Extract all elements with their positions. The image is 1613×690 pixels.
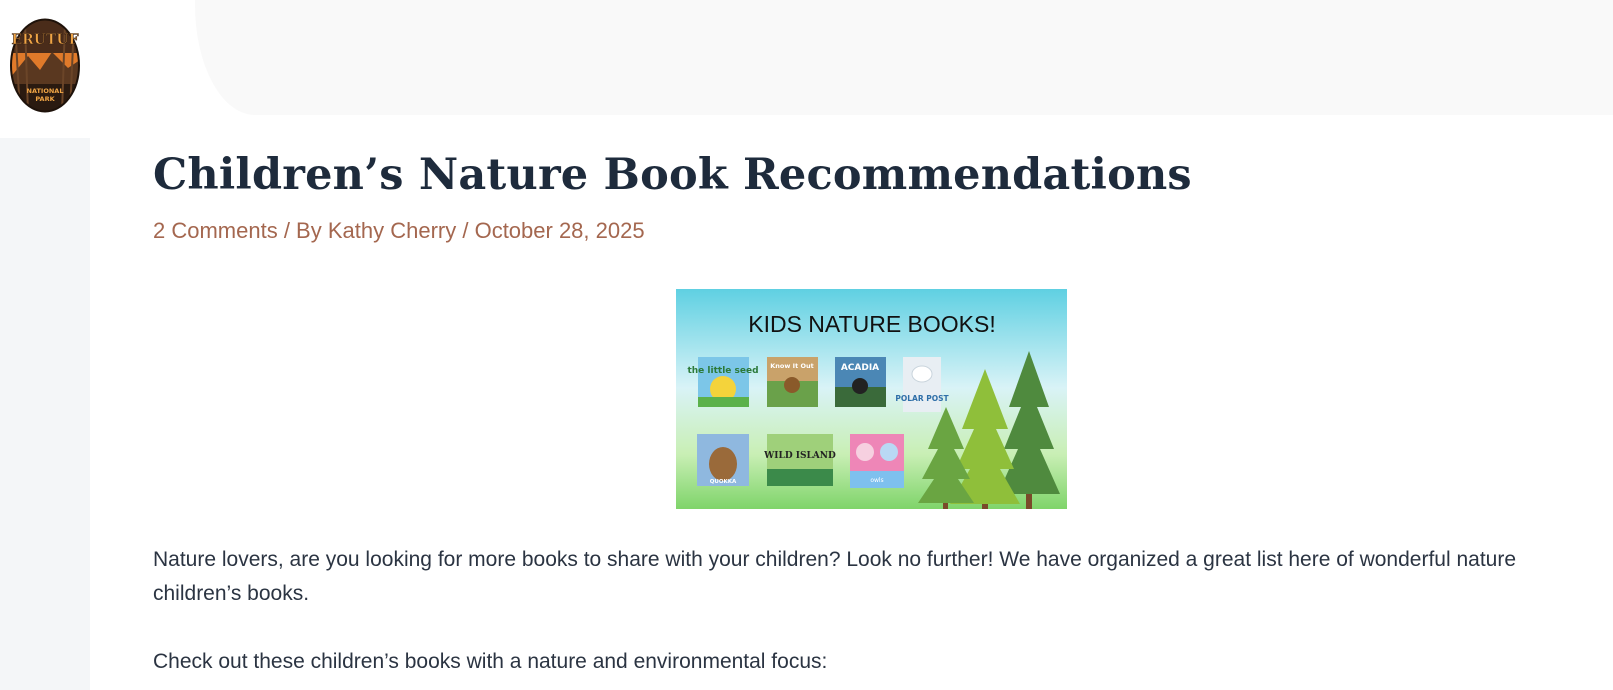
site-logo[interactable]: ERUTUF NATIONAL PARK	[10, 18, 80, 113]
featured-image: KIDS NATURE BOOKS! the little seed Know …	[676, 289, 1067, 509]
svg-text:the little seed: the little seed	[687, 366, 758, 376]
logo-text-bottom-1: NATIONAL	[27, 87, 64, 95]
logo-text-bottom-2: PARK	[35, 95, 55, 103]
book-cover-quokka: QUOKKA	[697, 434, 749, 486]
svg-text:WILD ISLAND: WILD ISLAND	[763, 451, 836, 461]
intro-paragraph: Nature lovers, are you looking for more …	[153, 548, 1517, 605]
meta-separator: /	[456, 218, 475, 243]
featured-image-heading: KIDS NATURE BOOKS!	[748, 311, 996, 337]
list-intro-paragraph: Check out these children’s books with a …	[153, 650, 828, 673]
book-cover-acadia: ACADIA	[835, 357, 886, 407]
book-cover-owls: owls	[850, 434, 904, 488]
book-cover-know-it-out: Know It Out	[767, 357, 818, 407]
logo-text-top: ERUTUF	[11, 32, 78, 48]
book-cover-little-seed: the little seed	[687, 357, 759, 407]
site-header: ERUTUF NATIONAL PARK	[0, 0, 1613, 138]
comments-link[interactable]: 2 Comments	[153, 218, 278, 243]
svg-text:Know It Out: Know It Out	[770, 362, 813, 370]
meta-separator: / By	[277, 218, 328, 243]
svg-text:owls: owls	[870, 477, 883, 484]
post-title: Children’s Nature Book Recommendations	[153, 150, 1192, 200]
post-meta: 2 Comments / By Kathy Cherry / October 2…	[153, 218, 645, 244]
left-gutter	[0, 138, 90, 690]
svg-text:POLAR POST: POLAR POST	[895, 394, 949, 403]
post-date: October 28, 2025	[474, 218, 645, 243]
book-cover-wild-island: WILD ISLAND	[763, 434, 836, 486]
header-decoration	[195, 0, 1613, 115]
author-link[interactable]: Kathy Cherry	[328, 218, 456, 243]
svg-text:ACADIA: ACADIA	[841, 363, 879, 373]
svg-text:QUOKKA: QUOKKA	[710, 479, 737, 485]
